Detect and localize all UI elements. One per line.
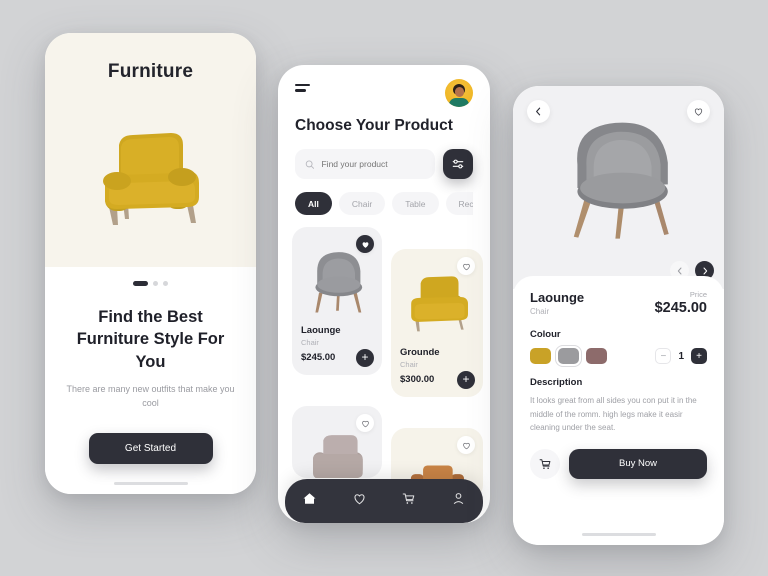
product-card[interactable] (292, 406, 382, 479)
category-chip-table[interactable]: Table (392, 192, 439, 216)
product-category: Chair (530, 307, 550, 316)
nav-favorites-icon[interactable] (352, 491, 367, 511)
product-name: Grounde (400, 347, 440, 359)
product-image (400, 264, 474, 342)
filter-sliders-icon (452, 160, 464, 169)
quantity-decrease-button[interactable]: − (655, 348, 672, 364)
detail-title-row: Laounge Chair Price $245.00 (530, 290, 707, 316)
add-to-cart-button[interactable] (530, 448, 560, 479)
phone-product-list-screen: Choose Your Product Find your product Al… (278, 65, 490, 523)
buy-now-button[interactable]: Buy Now (569, 448, 707, 479)
chevron-right-icon (703, 267, 707, 274)
detail-title-block: Laounge Chair (530, 290, 584, 316)
colour-label: Colour (530, 329, 561, 340)
chevron-left-icon (677, 267, 681, 274)
heart-icon (361, 420, 369, 428)
get-started-button[interactable]: Get Started (88, 432, 213, 464)
bottom-navigation (285, 479, 483, 523)
list-header-row (295, 79, 473, 107)
quantity-value: 1 (678, 350, 684, 362)
nav-cart-icon[interactable] (401, 491, 416, 511)
product-image (301, 242, 373, 320)
heart-icon (462, 263, 470, 271)
description-text: It looks great from all sides you con pu… (530, 396, 697, 433)
pagination-dots[interactable] (61, 281, 240, 286)
home-indicator (113, 482, 188, 485)
description-label: Description (530, 377, 583, 388)
detail-price-block: Price $245.00 (655, 290, 707, 316)
category-chip-recommended[interactable]: Recomen (445, 192, 473, 216)
detail-product-image (513, 112, 724, 244)
onboarding-body: Find the Best Furniture Style For You Th… (45, 281, 256, 494)
onboarding-hero: Furniture (45, 33, 256, 267)
search-input[interactable] (321, 159, 425, 170)
colour-swatches (530, 345, 607, 367)
pagination-dot-active[interactable] (133, 281, 148, 286)
heart-icon (462, 442, 470, 450)
price-label: Price (689, 290, 707, 299)
home-indicator (581, 533, 656, 536)
category-chip-all[interactable]: All (295, 192, 332, 216)
hero-chair-image (45, 83, 256, 267)
list-header: Choose Your Product Find your product Al… (278, 65, 490, 216)
product-category: Chair (301, 338, 319, 348)
user-avatar[interactable] (445, 79, 473, 107)
detail-hero (513, 86, 724, 289)
onboarding-headline: Find the Best Furniture Style For You (76, 308, 225, 371)
detail-sheet: Laounge Chair Price $245.00 Colour − 1 +… (513, 276, 724, 545)
phone-product-detail-screen: Laounge Chair Price $245.00 Colour − 1 +… (513, 86, 724, 545)
price-value: $245.00 (654, 300, 707, 316)
mockup-stage: Furniture Find the Best Furniture Style … (0, 0, 768, 576)
search-field-wrap[interactable] (295, 149, 435, 180)
add-to-cart-button[interactable]: + (356, 349, 374, 368)
search-row (295, 149, 473, 180)
phone-onboarding-screen: Furniture Find the Best Furniture Style … (45, 33, 256, 494)
onboarding-subtext: There are many new outfits that make you… (66, 383, 235, 408)
detail-actions: Buy Now (530, 448, 707, 479)
product-category: Chair (400, 360, 418, 370)
category-chip-chair[interactable]: Chair (338, 192, 386, 216)
nav-profile-icon[interactable] (451, 491, 466, 511)
colour-swatch-mauve[interactable] (586, 348, 607, 364)
colour-swatch-gold[interactable] (530, 348, 551, 364)
cart-icon (539, 459, 551, 469)
product-name: Laounge (301, 325, 341, 337)
filter-button[interactable] (443, 149, 473, 180)
product-card[interactable]: Grounde Chair $300.00 + (391, 249, 483, 398)
product-grid: Laounge Chair $245.00 + Grounde Chair $3… (278, 227, 490, 501)
colour-swatch-gray[interactable] (555, 345, 582, 367)
pagination-dot[interactable] (163, 281, 168, 286)
add-to-cart-button[interactable]: + (457, 371, 475, 390)
quantity-increase-button[interactable]: + (691, 348, 707, 364)
quantity-stepper: − 1 + (655, 348, 707, 364)
page-title: Choose Your Product (295, 117, 453, 134)
search-icon (305, 160, 315, 169)
category-chips: All Chair Table Recomen (295, 192, 473, 216)
product-name: Laounge (530, 290, 585, 305)
colour-and-quantity-row: − 1 + (530, 345, 707, 367)
product-card[interactable]: Laounge Chair $245.00 + (292, 227, 382, 376)
pagination-dot[interactable] (153, 281, 158, 286)
nav-home-icon[interactable] (302, 491, 317, 511)
heart-icon (362, 242, 368, 248)
hamburger-icon[interactable] (295, 79, 310, 95)
brand-title: Furniture (107, 61, 194, 82)
